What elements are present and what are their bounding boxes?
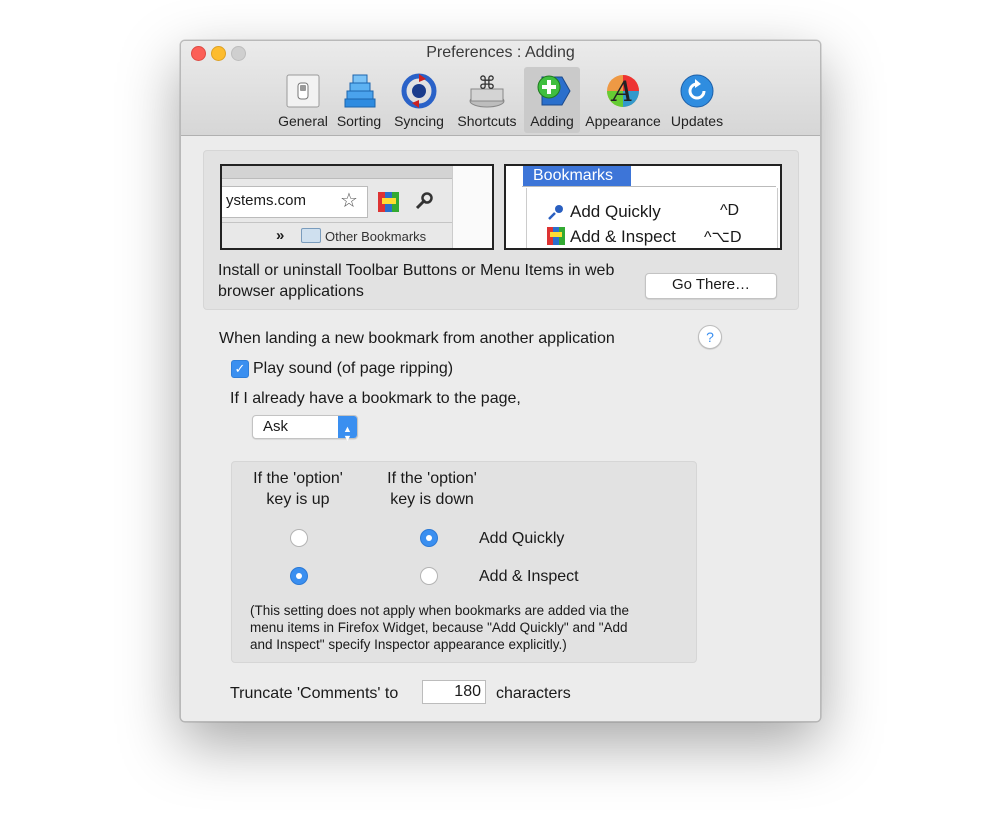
truncate-label: Truncate 'Comments' to [230,685,399,702]
appearance-color-wheel-icon: A [603,71,643,111]
other-bookmarks-label: Other Bookmarks [325,229,427,244]
tab-updates[interactable]: Updates [667,67,727,133]
svg-text:A: A [610,75,633,108]
title-bar: Preferences : Adding General Sorting Syn… [181,41,820,136]
tab-adding-label: Adding [530,113,574,129]
truncate-suffix: characters [496,685,571,702]
tab-appearance[interactable]: A Appearance [583,67,663,133]
adding-plus-icon [532,71,572,111]
general-switch-icon [283,71,323,111]
menu-item-add-inspect: Add & Inspect [570,227,676,246]
wrench-icon [414,191,434,216]
sorting-stack-icon [339,71,379,111]
radio-up-add-quickly[interactable] [290,529,308,547]
tab-syncing-label: Syncing [394,113,444,129]
preferences-window: Preferences : Adding General Sorting Syn… [180,40,821,722]
bookmarks-menu-preview: Bookmarks Add Quickly ^D Add & Inspect ^… [504,164,782,250]
landing-heading: When landing a new bookmark from another… [219,330,615,347]
go-there-button[interactable]: Go There… [645,273,777,299]
menu-shortcut-add-quickly: ^D [720,202,740,219]
browser-integration-box: ystems.com ☆ » Other Bookmarks Bookmarks [203,150,799,310]
tab-sorting-label: Sorting [336,113,382,129]
adding-pane: ystems.com ☆ » Other Bookmarks Bookmarks [181,136,820,721]
option-note-line2: menu items in Firefox Widget, because "A… [250,620,628,635]
row-label-add-quickly: Add Quickly [479,530,565,547]
radio-up-add-inspect[interactable] [290,567,308,585]
existing-bookmark-select[interactable]: Ask ▲ ▼ [252,415,358,443]
star-icon: ☆ [340,190,358,212]
radio-down-add-inspect[interactable] [420,567,438,585]
browser-toolbar-preview: ystems.com ☆ » Other Bookmarks [220,164,494,250]
bookmark-extension-icon [377,190,401,219]
radio-down-add-quickly[interactable] [420,529,438,547]
window-title: Preferences : Adding [426,44,575,61]
existing-bookmark-label: If I already have a bookmark to the page… [230,390,521,407]
menu-item-add-quickly: Add Quickly [570,202,661,221]
tab-shortcuts-label: Shortcuts [457,113,517,129]
option-note-line1: (This setting does not apply when bookma… [250,603,629,618]
tab-syncing[interactable]: Syncing [389,67,449,133]
play-sound-label: Play sound (of page ripping) [253,360,454,377]
bookmarks-menu-title: Bookmarks [523,166,631,186]
tab-shortcuts[interactable]: ⌘ Shortcuts [453,67,521,133]
tab-general-label: General [278,113,328,129]
option-up-heading-line2: key is up [266,491,330,508]
bookmark-extension-icon [546,226,568,248]
truncate-length-field[interactable]: 180 [422,680,486,704]
updown-arrows-icon: ▲ ▼ [338,416,357,443]
tab-updates-label: Updates [670,113,724,129]
tab-general[interactable]: General [273,67,333,133]
row-label-add-inspect: Add & Inspect [479,568,579,585]
install-description-line1: Install or uninstall Toolbar Buttons or … [218,262,615,279]
existing-bookmark-select-value: Ask [263,418,289,435]
syncing-arrows-icon [399,71,439,111]
play-sound-checkbox[interactable]: ✓ [231,360,249,378]
option-up-heading-line1: If the 'option' [253,470,343,487]
install-description-line2: browser applications [218,283,364,300]
tab-sorting[interactable]: Sorting [333,67,385,133]
command-key-icon: ⌘ [467,71,507,111]
updates-refresh-icon [677,71,717,111]
help-button[interactable]: ? [698,325,722,349]
option-note-line3: and Inspect" specify Inspector appearanc… [250,637,567,652]
folder-icon [301,228,321,243]
option-down-heading-line2: key is down [390,491,474,508]
overflow-chevron: » [276,227,285,244]
option-key-box: If the 'option' key is up If the 'option… [231,461,697,663]
tab-adding[interactable]: Adding [524,67,580,133]
pin-icon [546,202,566,227]
tab-appearance-label: Appearance [585,113,661,129]
url-fragment: ystems.com [226,192,307,209]
svg-text:⌘: ⌘ [478,73,496,94]
option-down-heading-line1: If the 'option' [387,470,477,487]
menu-shortcut-add-inspect: ^⌥D [704,229,742,246]
